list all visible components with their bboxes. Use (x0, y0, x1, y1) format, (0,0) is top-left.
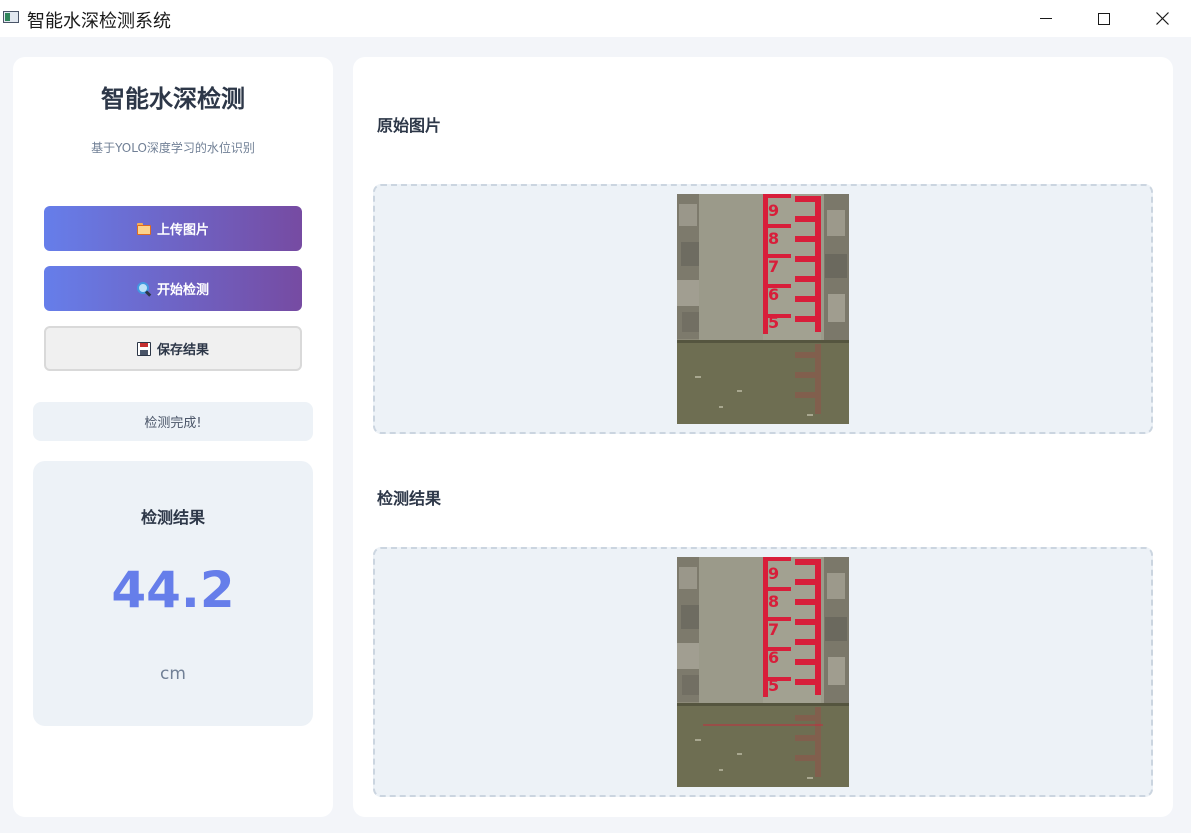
result-card: 检测结果 44.2 cm (33, 461, 313, 726)
maximize-button[interactable] (1075, 0, 1133, 37)
original-image-title: 原始图片 (377, 116, 442, 135)
control-sidebar: 智能水深检测 基于YOLO深度学习的水位识别 上传图片 开始检测 保存结果 检测… (13, 57, 333, 817)
water-depth-unit: cm (160, 664, 186, 684)
detection-result-title: 检测结果 (377, 489, 442, 508)
detection-image-frame (373, 547, 1153, 797)
folder-icon (136, 222, 151, 236)
upload-image-button[interactable]: 上传图片 (44, 206, 302, 251)
start-detection-button[interactable]: 开始检测 (44, 266, 302, 311)
window-edge (1191, 0, 1195, 833)
save-result-label: 保存结果 (156, 343, 209, 358)
result-label: 检测结果 (140, 508, 205, 527)
close-icon (1155, 12, 1169, 25)
minimize-icon (1040, 18, 1052, 19)
save-icon (136, 341, 151, 356)
sidebar-subtitle: 基于YOLO深度学习的水位识别 (91, 141, 255, 155)
original-image-frame: 9 8 7 6 5 (373, 184, 1153, 434)
start-detection-label: 开始检测 (156, 283, 209, 298)
upload-image-label: 上传图片 (156, 223, 209, 238)
image-panel: 原始图片 检测结果 (353, 57, 1173, 817)
minimize-button[interactable] (1017, 0, 1075, 37)
detection-image (677, 557, 849, 787)
app-icon (3, 11, 19, 23)
search-icon (136, 281, 151, 296)
original-image: 9 8 7 6 5 (677, 194, 849, 424)
close-button[interactable] (1133, 0, 1191, 37)
window-title: 智能水深检测系统 (27, 11, 171, 32)
water-depth-value: 44.2 (111, 561, 235, 619)
window-titlebar: 智能水深检测系统 (0, 0, 1195, 37)
status-message: 检测完成! (33, 402, 313, 441)
sidebar-title: 智能水深检测 (101, 85, 245, 113)
maximize-icon (1098, 12, 1110, 25)
save-result-button[interactable]: 保存结果 (44, 326, 302, 371)
